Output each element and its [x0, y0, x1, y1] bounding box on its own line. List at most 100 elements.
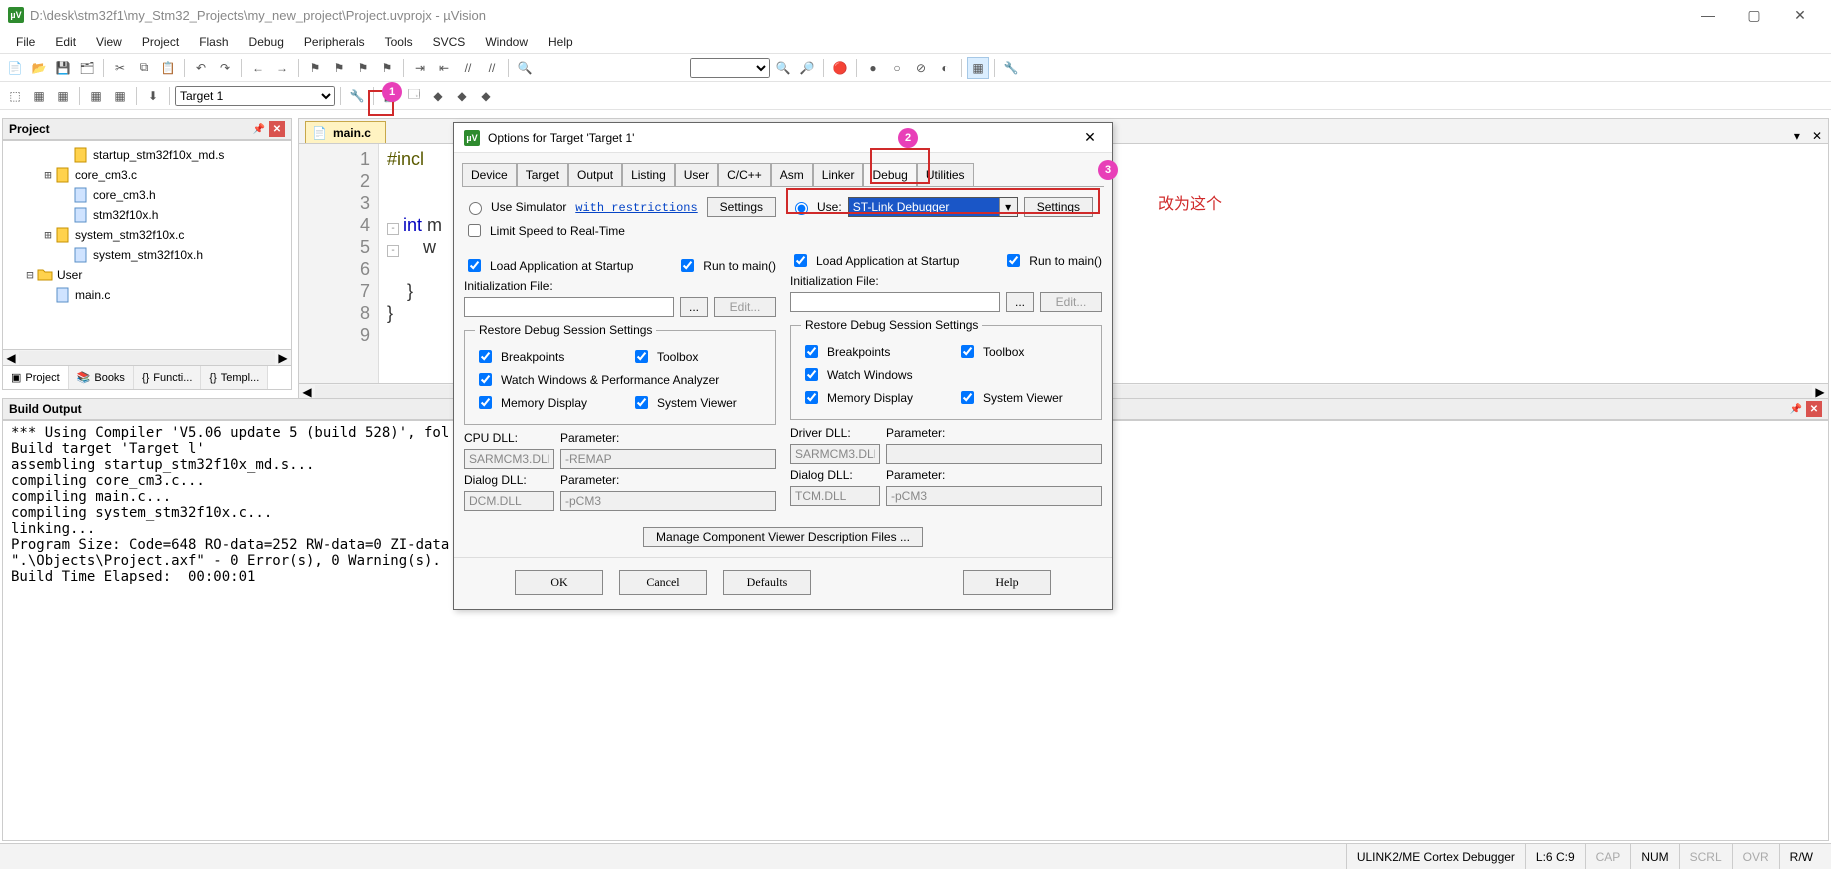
pin-icon[interactable]: 📌	[251, 121, 267, 137]
undo-icon[interactable]: ↶	[190, 57, 212, 79]
sim-settings-button[interactable]: Settings	[707, 197, 776, 217]
menu-peripherals[interactable]: Peripherals	[294, 32, 375, 52]
maximize-button[interactable]: ▢	[1731, 0, 1777, 30]
dialog-close-icon[interactable]: ✕	[1078, 126, 1102, 150]
breakpoint-kill-icon[interactable]: ⊘	[910, 57, 932, 79]
ok-button[interactable]: OK	[515, 570, 603, 595]
dialog-tab-listing[interactable]: Listing	[622, 163, 675, 186]
menu-debug[interactable]: Debug	[239, 32, 294, 52]
sim-load-app-checkbox[interactable]	[468, 259, 481, 272]
manage-component-viewer-button[interactable]: Manage Component Viewer Description File…	[643, 527, 923, 547]
incremental-find-icon[interactable]: 🔎	[796, 57, 818, 79]
sim-init-file-input[interactable]	[464, 297, 674, 317]
dialog-tab-output[interactable]: Output	[568, 163, 622, 186]
tree-node[interactable]: ⊞core_cm3.c	[5, 165, 289, 185]
close-button[interactable]: ✕	[1777, 0, 1823, 30]
project-hscroll[interactable]: ◀ ▶	[2, 350, 292, 366]
debug-start-icon[interactable]: 🔴	[829, 57, 851, 79]
dialog-tab-device[interactable]: Device	[462, 163, 517, 186]
window-layout-icon[interactable]: ▦	[967, 57, 989, 79]
dialog-tab-target[interactable]: Target	[517, 163, 568, 186]
hw-init-file-input[interactable]	[790, 292, 1000, 312]
hw-edit-button[interactable]: Edit...	[1040, 292, 1102, 312]
tree-node[interactable]: ⊟User	[5, 265, 289, 285]
stop-build-icon[interactable]: ▦	[109, 85, 131, 107]
scroll-right-icon[interactable]: ▶	[275, 351, 291, 365]
hw-browse-button[interactable]: ...	[1006, 292, 1034, 312]
menu-project[interactable]: Project	[132, 32, 189, 52]
breakpoint-disable-icon[interactable]: ○	[886, 57, 908, 79]
copy-icon[interactable]: ⧉	[133, 57, 155, 79]
project-tab[interactable]: {}Templ...	[201, 366, 268, 389]
restrictions-link[interactable]: with restrictions	[575, 201, 697, 215]
dropdown-arrow-icon[interactable]: ▾	[999, 198, 1017, 216]
manage-rtenv-icon[interactable]: ◆	[427, 85, 449, 107]
pack-installer-icon[interactable]: ◆	[475, 85, 497, 107]
menu-tools[interactable]: Tools	[375, 32, 423, 52]
dialog-tab-user[interactable]: User	[675, 163, 718, 186]
scroll-left-icon[interactable]: ◀	[299, 385, 315, 399]
cut-icon[interactable]: ✂	[109, 57, 131, 79]
download-icon[interactable]: ⬇	[142, 85, 164, 107]
find-in-files-icon[interactable]: 🔍	[772, 57, 794, 79]
open-file-icon[interactable]: 📂	[28, 57, 50, 79]
dialog-tab-cc[interactable]: C/C++	[718, 163, 771, 186]
nav-back-icon[interactable]: ←	[247, 57, 269, 79]
sim-edit-button[interactable]: Edit...	[714, 297, 776, 317]
menu-edit[interactable]: Edit	[45, 32, 86, 52]
translate-icon[interactable]: ⬚	[4, 85, 26, 107]
editor-tab-close-icon[interactable]: ✕	[1806, 129, 1828, 143]
hw-toolbox-checkbox[interactable]	[961, 345, 974, 358]
project-tree[interactable]: startup_stm32f10x_md.s⊞core_cm3.ccore_cm…	[2, 140, 292, 350]
project-tab[interactable]: ▣Project	[3, 366, 69, 389]
panel-close-icon[interactable]: ✕	[269, 121, 285, 137]
cancel-button[interactable]: Cancel	[619, 570, 707, 595]
limit-speed-checkbox[interactable]	[468, 224, 481, 237]
sim-watchperf-checkbox[interactable]	[479, 373, 492, 386]
bookmark-clear-icon[interactable]: ⚑	[376, 57, 398, 79]
hw-run-main-checkbox[interactable]	[1007, 254, 1020, 267]
defaults-button[interactable]: Defaults	[723, 570, 811, 595]
bookmark-icon[interactable]: ⚑	[304, 57, 326, 79]
select-packs-icon[interactable]: ◆	[451, 85, 473, 107]
configure-icon[interactable]: 🔧	[1000, 57, 1022, 79]
hw-load-app-checkbox[interactable]	[794, 254, 807, 267]
batch-build-icon[interactable]: ▦	[85, 85, 107, 107]
debugger-select[interactable]: ST-Link Debugger ▾	[848, 197, 1018, 217]
minimize-button[interactable]: ―	[1685, 0, 1731, 30]
redo-icon[interactable]: ↷	[214, 57, 236, 79]
breakpoint-insert-icon[interactable]: ●	[862, 57, 884, 79]
comment-icon[interactable]: //	[457, 57, 479, 79]
menu-flash[interactable]: Flash	[189, 32, 238, 52]
sim-memdisp-checkbox[interactable]	[479, 396, 492, 409]
hw-sysview-checkbox[interactable]	[961, 391, 974, 404]
editor-tab-menu-icon[interactable]: ▾	[1788, 129, 1806, 143]
target-select[interactable]: Target 1	[175, 86, 335, 106]
menu-svcs[interactable]: SVCS	[423, 32, 476, 52]
indent-icon[interactable]: ⇥	[409, 57, 431, 79]
sim-browse-button[interactable]: ...	[680, 297, 708, 317]
project-tab[interactable]: 📚Books	[69, 366, 134, 389]
hw-memdisp-checkbox[interactable]	[805, 391, 818, 404]
breakpoint-window-icon[interactable]: ◐	[934, 57, 956, 79]
tree-node[interactable]: stm32f10x.h	[5, 205, 289, 225]
scroll-right-icon[interactable]: ▶	[1812, 385, 1828, 399]
sim-toolbox-checkbox[interactable]	[635, 350, 648, 363]
find-icon[interactable]: 🔍	[514, 57, 536, 79]
editor-tab-main-c[interactable]: 📄 main.c	[305, 121, 386, 143]
tree-node[interactable]: main.c	[5, 285, 289, 305]
dialog-tab-asm[interactable]: Asm	[771, 163, 813, 186]
hw-settings-button[interactable]: Settings	[1024, 197, 1093, 217]
save-icon[interactable]: 💾	[52, 57, 74, 79]
help-button[interactable]: Help	[963, 570, 1051, 595]
target-options-icon[interactable]: 🔧	[346, 85, 368, 107]
hw-watch-checkbox[interactable]	[805, 368, 818, 381]
bookmark-prev-icon[interactable]: ⚑	[328, 57, 350, 79]
uncomment-icon[interactable]: //	[481, 57, 503, 79]
rebuild-icon[interactable]: ▦	[52, 85, 74, 107]
use-simulator-radio[interactable]	[469, 202, 482, 215]
nav-fwd-icon[interactable]: →	[271, 57, 293, 79]
project-tab[interactable]: {}Functi...	[134, 366, 201, 389]
menu-file[interactable]: File	[6, 32, 45, 52]
new-file-icon[interactable]: 📄	[4, 57, 26, 79]
